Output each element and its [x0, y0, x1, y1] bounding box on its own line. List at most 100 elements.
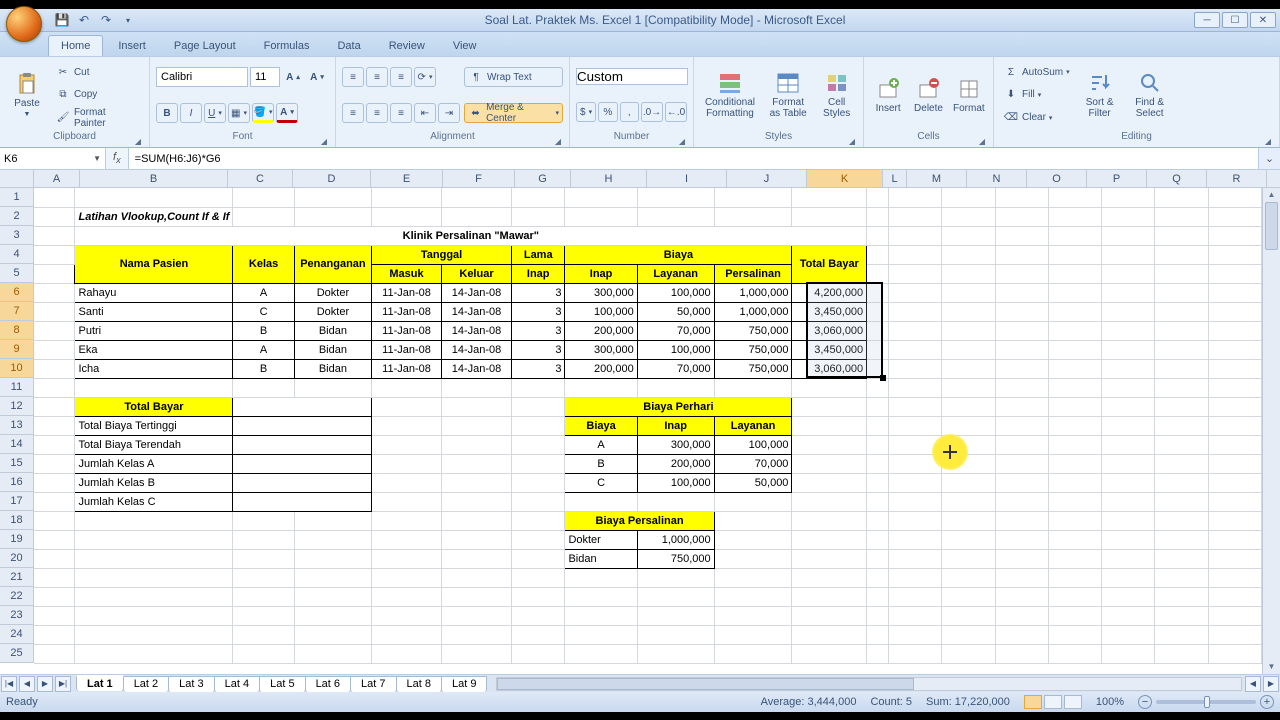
column-header-Q[interactable]: Q — [1147, 170, 1207, 188]
find-select-button[interactable]: Find & Select — [1127, 61, 1173, 129]
grid[interactable]: Latihan Vlookup,Count If & IfKlinik Pers… — [34, 188, 1262, 674]
zoom-slider[interactable] — [1156, 700, 1256, 704]
row-header-17[interactable]: 17 — [0, 492, 34, 511]
shrink-font-icon[interactable]: A▾ — [306, 67, 328, 87]
format-as-table-button[interactable]: Format as Table — [764, 61, 812, 129]
grow-font-icon[interactable]: A▴ — [282, 67, 304, 87]
row-header-24[interactable]: 24 — [0, 625, 34, 644]
minimize-button[interactable]: ─ — [1194, 12, 1220, 28]
formula-input[interactable]: =SUM(H6:J6)*G6 — [129, 148, 1258, 169]
paste-button[interactable]: Paste ▼ — [6, 61, 48, 129]
sheet-nav-next[interactable]: ▶ — [37, 676, 53, 692]
zoom-in-button[interactable]: + — [1260, 695, 1274, 709]
increase-indent-icon[interactable]: ⇥ — [438, 103, 460, 123]
zoom-out-button[interactable]: − — [1138, 695, 1152, 709]
row-header-9[interactable]: 9 — [0, 340, 34, 359]
page-break-view-button[interactable] — [1064, 695, 1082, 709]
row-header-25[interactable]: 25 — [0, 644, 34, 663]
tab-insert[interactable]: Insert — [105, 35, 159, 56]
cut-button[interactable]: ✂Cut — [52, 62, 143, 82]
align-center-icon[interactable]: ≡ — [366, 103, 388, 123]
column-header-C[interactable]: C — [228, 170, 293, 188]
comma-icon[interactable]: , — [620, 102, 639, 122]
scroll-down-icon[interactable]: ▼ — [1263, 660, 1280, 674]
chevron-down-icon[interactable]: ▼ — [93, 154, 101, 163]
sheet-nav-first[interactable]: |◀ — [1, 676, 17, 692]
column-header-G[interactable]: G — [515, 170, 571, 188]
decrease-decimal-icon[interactable]: ←.0 — [665, 102, 687, 122]
format-cells-button[interactable]: Format — [951, 61, 987, 129]
sheet-tab-lat-5[interactable]: Lat 5 — [259, 676, 305, 692]
fill-color-button[interactable]: 🪣▾ — [252, 103, 274, 123]
font-name-input[interactable] — [156, 67, 248, 87]
insert-cells-button[interactable]: Insert — [870, 61, 906, 129]
horizontal-scroll-thumb[interactable] — [497, 678, 913, 690]
redo-icon[interactable]: ↷ — [98, 12, 114, 28]
format-painter-button[interactable]: 🖌Format Painter — [52, 108, 143, 128]
column-header-S[interactable]: S — [1267, 170, 1280, 188]
clear-button[interactable]: ⌫Clear▾ — [1000, 108, 1073, 128]
column-header-M[interactable]: M — [907, 170, 967, 188]
align-top-icon[interactable]: ≡ — [342, 67, 364, 87]
tab-formulas[interactable]: Formulas — [251, 35, 323, 56]
column-header-B[interactable]: B — [80, 170, 228, 188]
row-header-3[interactable]: 3 — [0, 226, 34, 245]
row-header-16[interactable]: 16 — [0, 473, 34, 492]
align-middle-icon[interactable]: ≡ — [366, 67, 388, 87]
font-color-button[interactable]: A▾ — [276, 103, 298, 123]
column-header-J[interactable]: J — [727, 170, 807, 188]
autosum-button[interactable]: ΣAutoSum▾ — [1000, 62, 1073, 82]
name-box[interactable]: ▼ — [0, 148, 106, 169]
column-header-D[interactable]: D — [293, 170, 371, 188]
fill-button[interactable]: ⬇Fill▾ — [1000, 85, 1073, 105]
tab-data[interactable]: Data — [324, 35, 373, 56]
tab-review[interactable]: Review — [376, 35, 438, 56]
sheet-tab-lat-7[interactable]: Lat 7 — [350, 676, 396, 692]
column-header-L[interactable]: L — [883, 170, 907, 188]
sheet-tab-lat-6[interactable]: Lat 6 — [305, 676, 351, 692]
row-headers[interactable]: 1234567891011121314151617181920212223242… — [0, 188, 34, 663]
sheet-nav-last[interactable]: ▶| — [55, 676, 71, 692]
undo-icon[interactable]: ↶ — [76, 12, 92, 28]
merge-center-button[interactable]: ⬌Merge & Center▾ — [464, 103, 563, 123]
close-button[interactable]: ✕ — [1250, 12, 1276, 28]
column-header-O[interactable]: O — [1027, 170, 1087, 188]
sheet-nav-prev[interactable]: ◀ — [19, 676, 35, 692]
sheet-tab-lat-1[interactable]: Lat 1 — [76, 675, 124, 691]
row-header-1[interactable]: 1 — [0, 188, 34, 207]
row-header-2[interactable]: 2 — [0, 207, 34, 226]
selection-handle[interactable] — [880, 375, 886, 381]
tab-view[interactable]: View — [440, 35, 490, 56]
orientation-icon[interactable]: ⟳▾ — [414, 67, 436, 87]
normal-view-button[interactable] — [1024, 695, 1042, 709]
name-box-input[interactable] — [4, 153, 74, 165]
scroll-right-icon[interactable]: ▶ — [1263, 676, 1279, 692]
expand-formula-bar-icon[interactable]: ⌄ — [1258, 148, 1280, 169]
qat-more-icon[interactable]: ▾ — [120, 12, 136, 28]
border-button[interactable]: ▦▾ — [228, 103, 250, 123]
row-header-7[interactable]: 7 — [0, 302, 34, 321]
sheet-tab-lat-8[interactable]: Lat 8 — [396, 676, 442, 692]
sheet-tab-lat-2[interactable]: Lat 2 — [123, 676, 169, 692]
scroll-left-icon[interactable]: ◀ — [1245, 676, 1261, 692]
bold-button[interactable]: B — [156, 103, 178, 123]
sheet-tab-lat-3[interactable]: Lat 3 — [168, 676, 214, 692]
row-header-10[interactable]: 10 — [0, 359, 34, 378]
decrease-indent-icon[interactable]: ⇤ — [414, 103, 436, 123]
copy-button[interactable]: ⧉Copy — [52, 85, 143, 105]
column-header-N[interactable]: N — [967, 170, 1027, 188]
row-header-23[interactable]: 23 — [0, 606, 34, 625]
tab-home[interactable]: Home — [48, 35, 103, 56]
column-header-P[interactable]: P — [1087, 170, 1147, 188]
font-size-input[interactable] — [250, 67, 280, 87]
conditional-formatting-button[interactable]: Conditional Formatting — [700, 61, 760, 129]
page-layout-view-button[interactable] — [1044, 695, 1062, 709]
row-header-4[interactable]: 4 — [0, 245, 34, 264]
italic-button[interactable]: I — [180, 103, 202, 123]
maximize-button[interactable]: ☐ — [1222, 12, 1248, 28]
cell-styles-button[interactable]: Cell Styles — [816, 61, 857, 129]
row-header-15[interactable]: 15 — [0, 454, 34, 473]
save-icon[interactable]: 💾 — [54, 12, 70, 28]
sheet-tab-lat-4[interactable]: Lat 4 — [214, 676, 260, 692]
delete-cells-button[interactable]: Delete — [910, 61, 946, 129]
